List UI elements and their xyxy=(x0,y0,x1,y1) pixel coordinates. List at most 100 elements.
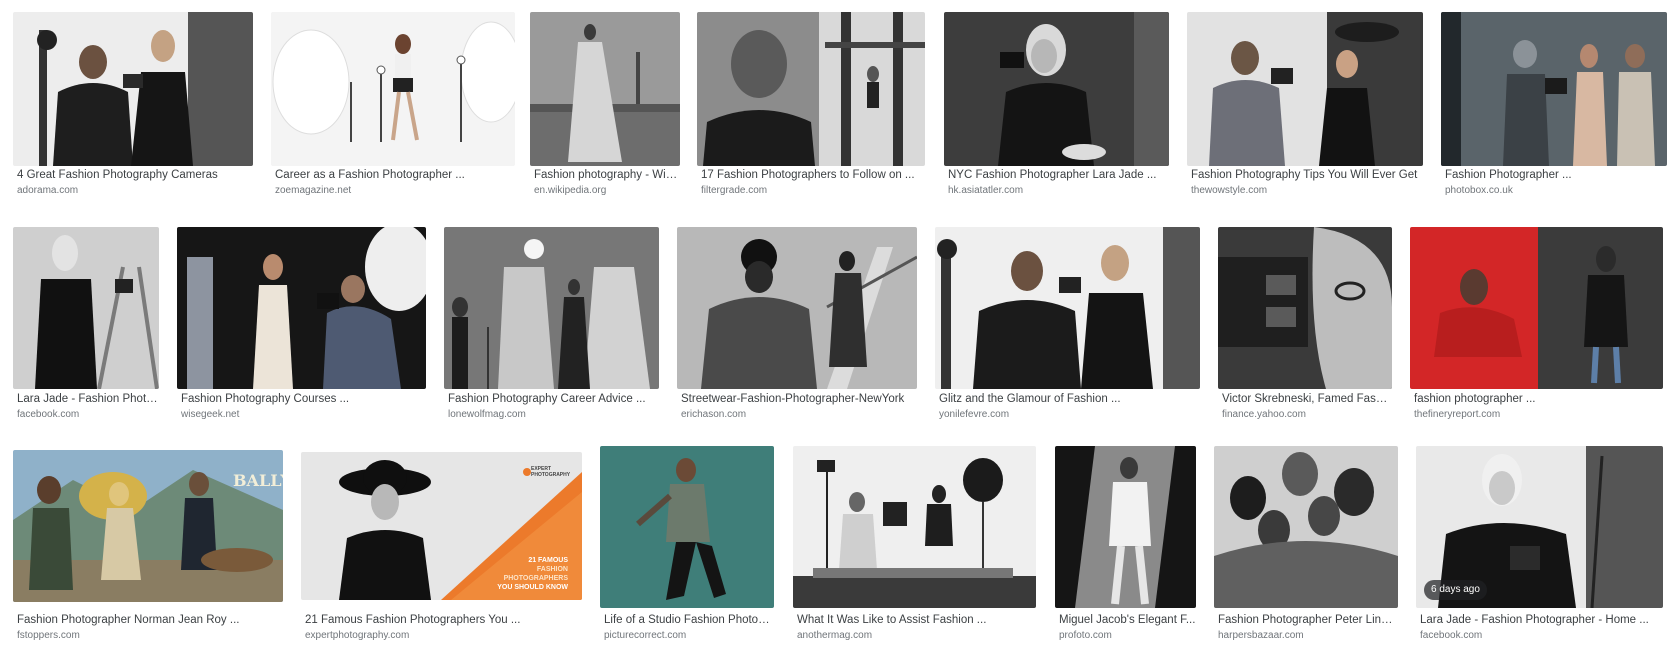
result-image[interactable] xyxy=(697,12,925,166)
result-image[interactable] xyxy=(1187,12,1423,166)
photo-thumbnail-icon xyxy=(177,227,426,389)
result-source[interactable]: wisegeek.net xyxy=(181,408,426,421)
result-image[interactable] xyxy=(1055,446,1196,608)
result-source[interactable]: thewowstyle.com xyxy=(1191,184,1423,197)
result-title[interactable]: Fashion Photography Career Advice ... xyxy=(448,392,659,407)
result-image[interactable] xyxy=(271,12,515,166)
result-source[interactable]: adorama.com xyxy=(17,184,253,197)
result-image[interactable] xyxy=(1441,12,1667,166)
result-tile[interactable]: BALLY Fashion Photographer Norman Jean R… xyxy=(13,450,283,650)
result-tile[interactable]: 4 Great Fashion Photography Cameras ador… xyxy=(13,12,253,206)
result-image[interactable] xyxy=(177,227,426,389)
photo-thumbnail-icon xyxy=(793,446,1036,608)
result-title[interactable]: What It Was Like to Assist Fashion ... xyxy=(797,613,1036,628)
photo-thumbnail-icon xyxy=(1187,12,1423,166)
result-source[interactable]: expertphotography.com xyxy=(305,629,582,642)
result-tile[interactable]: Streetwear-Fashion-Photographer-NewYork … xyxy=(677,227,917,425)
result-image[interactable] xyxy=(677,227,917,389)
result-image[interactable]: EXPERT PHOTOGRAPHY 21 FAMOUS FASHION PHO… xyxy=(301,452,582,600)
result-image[interactable] xyxy=(935,227,1200,389)
photo-thumbnail-icon xyxy=(1214,446,1398,608)
photo-thumbnail-icon xyxy=(1218,227,1392,389)
result-tile[interactable]: Glitz and the Glamour of Fashion ... yon… xyxy=(935,227,1200,425)
result-title[interactable]: 21 Famous Fashion Photographers You ... xyxy=(305,613,582,628)
result-tile[interactable]: 6 days ago Lara Jade - Fashion Photograp… xyxy=(1416,446,1663,650)
overlay-headline: 21 FAMOUS FASHION PHOTOGRAPHERS YOU SHOU… xyxy=(497,556,568,592)
overlay-brand: EXPERT PHOTOGRAPHY xyxy=(531,466,571,478)
result-image[interactable]: BALLY xyxy=(13,450,283,602)
result-source[interactable]: zoemagazine.net xyxy=(275,184,515,197)
result-title[interactable]: Fashion photography - Wiki... xyxy=(534,168,680,183)
result-image[interactable] xyxy=(1410,227,1663,389)
result-tile[interactable]: Fashion Photographer Peter Lindb... harp… xyxy=(1214,446,1398,650)
result-tile[interactable]: Miguel Jacob's Elegant F... profoto.com xyxy=(1055,446,1196,650)
result-source[interactable]: thefineryreport.com xyxy=(1414,408,1663,421)
result-tile[interactable]: EXPERT PHOTOGRAPHY 21 FAMOUS FASHION PHO… xyxy=(301,450,582,650)
result-tile[interactable]: What It Was Like to Assist Fashion ... a… xyxy=(793,446,1036,650)
result-tile[interactable]: Fashion Photography Career Advice ... lo… xyxy=(444,227,659,425)
result-image[interactable] xyxy=(530,12,680,166)
result-image[interactable] xyxy=(13,12,253,166)
result-title[interactable]: Fashion Photographer Peter Lindb... xyxy=(1218,613,1398,628)
result-image[interactable] xyxy=(793,446,1036,608)
result-tile[interactable]: 17 Fashion Photographers to Follow on ..… xyxy=(697,12,925,206)
result-source[interactable]: filtergrade.com xyxy=(701,184,925,197)
result-title[interactable]: Career as a Fashion Photographer ... xyxy=(275,168,515,183)
result-source[interactable]: en.wikipedia.org xyxy=(534,184,680,197)
result-title[interactable]: Fashion Photography Courses ... xyxy=(181,392,426,407)
result-tile[interactable]: Fashion Photography Tips You Will Ever G… xyxy=(1187,12,1423,206)
result-title[interactable]: NYC Fashion Photographer Lara Jade ... xyxy=(948,168,1169,183)
result-tile[interactable]: Life of a Studio Fashion Photogr... pict… xyxy=(600,446,774,650)
result-source[interactable]: yonilefevre.com xyxy=(939,408,1200,421)
result-source[interactable]: hk.asiatatler.com xyxy=(948,184,1169,197)
result-title[interactable]: Miguel Jacob's Elegant F... xyxy=(1059,613,1196,628)
photo-thumbnail-icon xyxy=(444,227,659,389)
result-source[interactable]: erichason.com xyxy=(681,408,917,421)
photo-thumbnail-icon xyxy=(13,12,253,166)
result-source[interactable]: profoto.com xyxy=(1059,629,1196,642)
result-source[interactable]: lonewolfmag.com xyxy=(448,408,659,421)
result-tile[interactable]: Fashion photography - Wiki... en.wikiped… xyxy=(530,12,680,206)
result-title[interactable]: Glitz and the Glamour of Fashion ... xyxy=(939,392,1200,407)
result-title[interactable]: 17 Fashion Photographers to Follow on ..… xyxy=(701,168,925,183)
result-title[interactable]: Fashion Photographer ... xyxy=(1445,168,1667,183)
result-title[interactable]: Lara Jade - Fashion Photo... xyxy=(17,392,159,407)
result-title[interactable]: Life of a Studio Fashion Photogr... xyxy=(604,613,774,628)
result-source[interactable]: harpersbazaar.com xyxy=(1218,629,1398,642)
result-title[interactable]: fashion photographer ... xyxy=(1414,392,1663,407)
result-tile[interactable]: NYC Fashion Photographer Lara Jade ... h… xyxy=(944,12,1169,206)
result-source[interactable]: photobox.co.uk xyxy=(1445,184,1667,197)
result-tile[interactable]: Victor Skrebneski, Famed Fashi... financ… xyxy=(1218,227,1392,425)
result-tile[interactable]: Fashion Photographer ... photobox.co.uk xyxy=(1441,12,1667,206)
result-source[interactable]: picturecorrect.com xyxy=(604,629,774,642)
photo-thumbnail-icon xyxy=(600,446,774,608)
result-title[interactable]: Fashion Photographer Norman Jean Roy ... xyxy=(17,613,283,628)
result-title[interactable]: Victor Skrebneski, Famed Fashi... xyxy=(1222,392,1392,407)
result-tile[interactable]: fashion photographer ... thefineryreport… xyxy=(1410,227,1663,425)
result-title[interactable]: Fashion Photography Tips You Will Ever G… xyxy=(1191,168,1423,183)
result-title[interactable]: Streetwear-Fashion-Photographer-NewYork xyxy=(681,392,917,407)
result-image[interactable] xyxy=(944,12,1169,166)
photo-thumbnail-icon: BALLY xyxy=(13,450,283,602)
result-source[interactable]: finance.yahoo.com xyxy=(1222,408,1392,421)
photo-thumbnail-icon xyxy=(271,12,515,166)
result-tile[interactable]: Career as a Fashion Photographer ... zoe… xyxy=(271,12,515,206)
result-image[interactable] xyxy=(444,227,659,389)
result-source[interactable]: facebook.com xyxy=(17,408,159,421)
result-image[interactable] xyxy=(1218,227,1392,389)
overlay-line: PHOTOGRAPHERS xyxy=(503,575,568,582)
result-title[interactable]: 4 Great Fashion Photography Cameras xyxy=(17,168,253,183)
result-source[interactable]: anothermag.com xyxy=(797,629,1036,642)
result-tile[interactable]: Fashion Photography Courses ... wisegeek… xyxy=(177,227,426,425)
result-image[interactable] xyxy=(600,446,774,608)
result-tile[interactable]: Lara Jade - Fashion Photo... facebook.co… xyxy=(13,227,159,425)
photo-thumbnail-icon xyxy=(530,12,680,166)
photo-thumbnail-icon xyxy=(1410,227,1663,389)
result-source[interactable]: facebook.com xyxy=(1420,629,1663,642)
result-source[interactable]: fstoppers.com xyxy=(17,629,283,642)
overlay-line: YOU SHOULD KNOW xyxy=(497,584,568,591)
result-title[interactable]: Lara Jade - Fashion Photographer - Home … xyxy=(1420,613,1663,628)
result-image[interactable]: 6 days ago xyxy=(1416,446,1663,608)
result-image[interactable] xyxy=(1214,446,1398,608)
result-image[interactable] xyxy=(13,227,159,389)
